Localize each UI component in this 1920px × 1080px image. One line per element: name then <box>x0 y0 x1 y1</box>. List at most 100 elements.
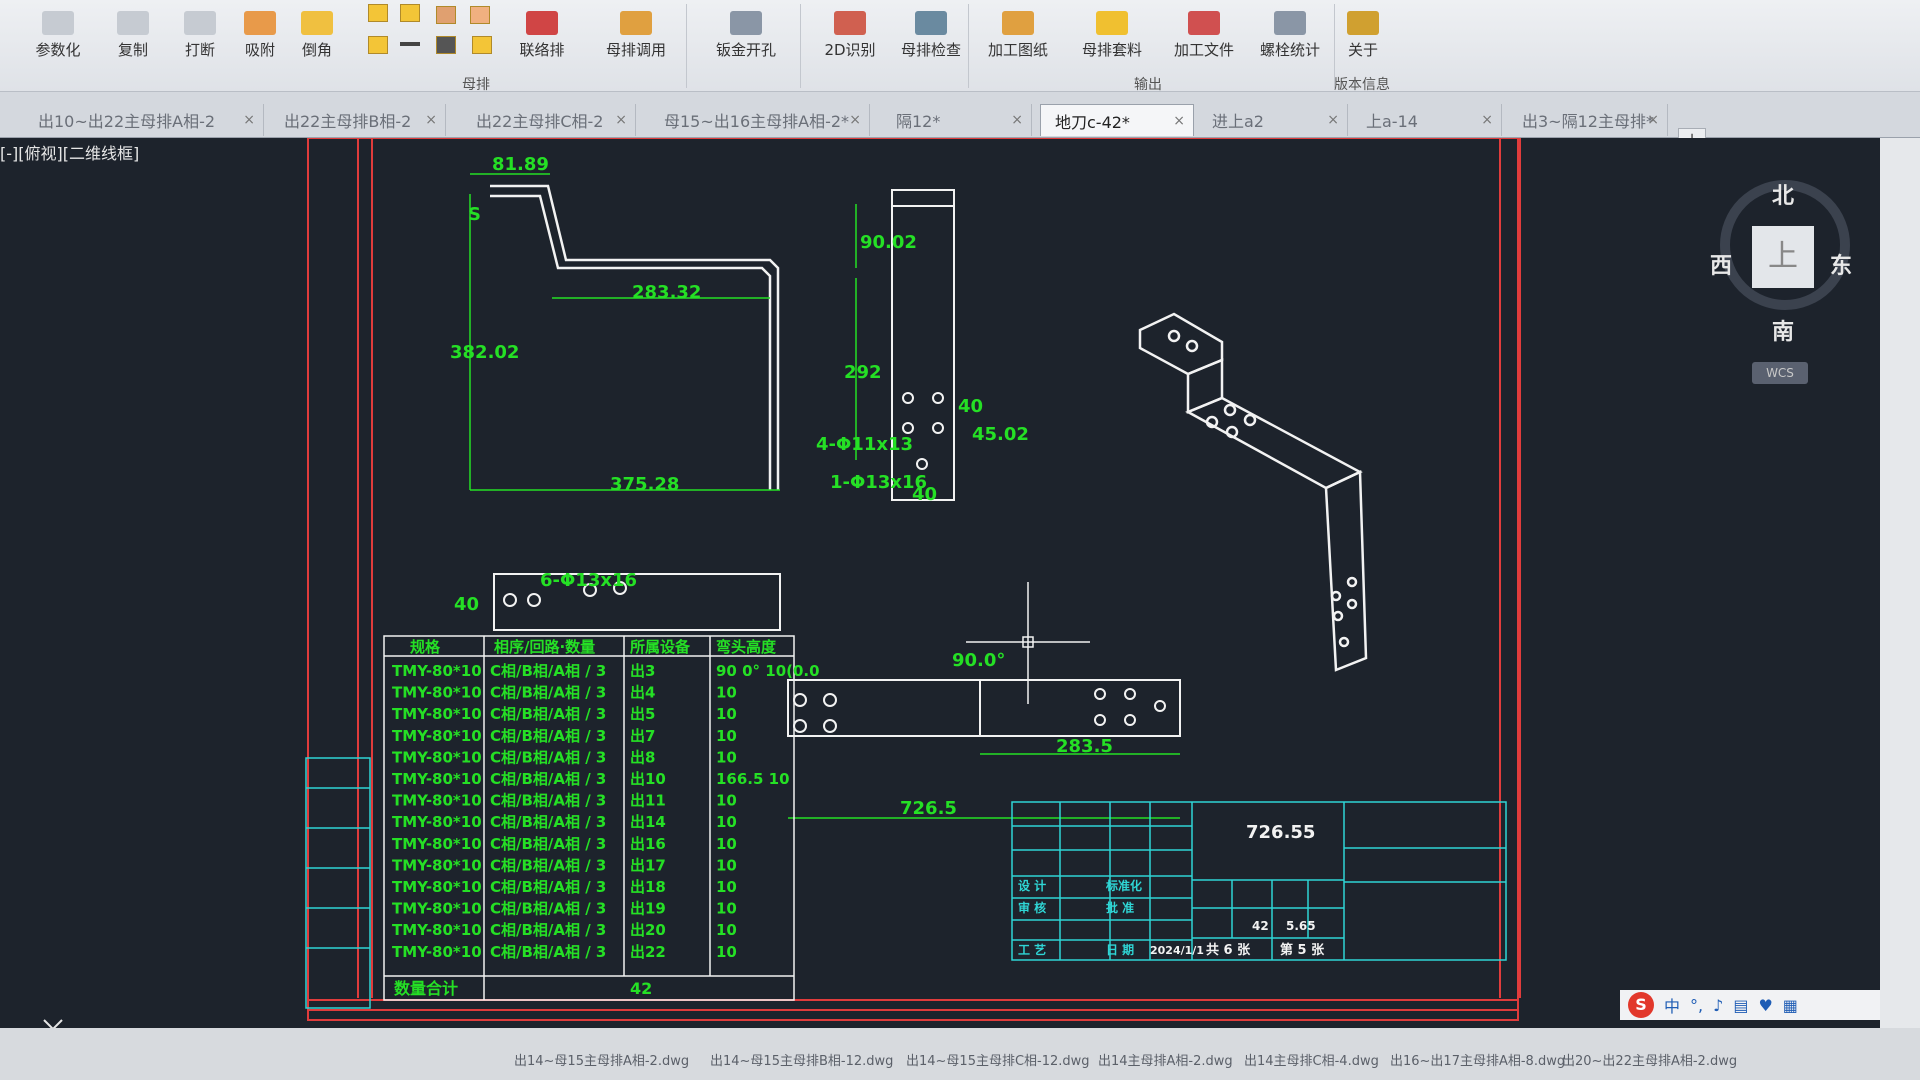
tool-icon-8[interactable] <box>472 36 492 54</box>
about-button[interactable]: 关于 <box>1338 0 1388 60</box>
file-item[interactable]: 出16~出17主母排A相-8.dwg <box>1390 1050 1565 1069</box>
parametric-button[interactable]: 参数化 <box>28 0 88 60</box>
viewcube-north[interactable]: 北 <box>1772 178 1794 210</box>
sogou-logo-icon[interactable]: S <box>1628 992 1654 1018</box>
ribbon: 参数化 复制 打断 吸附 倒角 联络排 母排调用 钣金开孔 2D识别 母排检查 … <box>0 0 1920 93</box>
ribbon-separator <box>968 4 969 88</box>
viewcube-south[interactable]: 南 <box>1772 314 1794 346</box>
tool-icon-1[interactable] <box>368 4 388 22</box>
busbar-flat-view <box>787 679 1181 737</box>
wcs-button[interactable]: WCS <box>1752 362 1808 384</box>
group-label-output: 输出 <box>1134 77 1162 93</box>
table-cell: C相/B相/A相 / 3 <box>490 792 606 810</box>
file-item[interactable]: 出14~母15主母排C相-12.dwg <box>906 1050 1090 1069</box>
dim-text: 382.02 <box>450 342 519 363</box>
table-cell: 出16 <box>630 835 666 853</box>
busbar-call-button[interactable]: 母排调用 <box>598 0 674 60</box>
title-label: 工 艺 <box>1018 942 1046 957</box>
skin-icon[interactable]: ♥ <box>1758 996 1772 1015</box>
viewcube-face[interactable]: 上 <box>1752 226 1814 288</box>
dim-text: 40 <box>454 594 479 615</box>
nesting-button[interactable]: 母排套料 <box>1074 0 1150 60</box>
file-item[interactable]: 出20~出22主母排A相-2.dwg <box>1562 1050 1737 1069</box>
tab-doc-9[interactable]: 出3~隔12主母排* × <box>1508 104 1668 136</box>
table-cell: TMY-80*10 <box>392 705 482 723</box>
sheet-hole-button[interactable]: 钣金开孔 <box>706 0 786 60</box>
bolt-stats-icon <box>1274 11 1306 35</box>
close-icon[interactable]: × <box>1173 113 1185 129</box>
table-total-row: 数量合计 42 <box>394 979 652 998</box>
busbar-check-icon <box>915 11 947 35</box>
tool-icon-6[interactable] <box>400 42 420 46</box>
title-date: 2024/1/1 <box>1150 944 1204 957</box>
process-file-icon <box>1188 11 1220 35</box>
table-cell: 90 0° 10(0.0 <box>716 662 820 680</box>
snap-icon <box>244 11 276 35</box>
close-icon[interactable]: × <box>615 112 627 128</box>
process-drawing-button[interactable]: 加工图纸 <box>980 0 1056 60</box>
vertical-scrollbar[interactable] <box>1880 138 1920 1028</box>
close-icon[interactable]: × <box>849 112 861 128</box>
link-busbar-button[interactable]: 联络排 <box>512 0 572 60</box>
tool-icon-2[interactable] <box>400 4 420 22</box>
viewcube-west[interactable]: 西 <box>1710 248 1732 280</box>
table-cell: TMY-80*10 <box>392 727 482 745</box>
tab-doc-5[interactable]: 隔12* × <box>882 104 1032 136</box>
file-item[interactable]: 出14~母15主母排A相-2.dwg <box>514 1050 689 1069</box>
close-icon[interactable]: × <box>1647 112 1659 128</box>
tool-icon-3[interactable] <box>436 6 456 24</box>
break-button[interactable]: 打断 <box>175 0 225 60</box>
dim-text: 375.28 <box>610 474 679 495</box>
punctuation-icon[interactable]: °, <box>1690 996 1703 1015</box>
busbar-check-button[interactable]: 母排检查 <box>896 0 966 60</box>
table-cell: 出14 <box>630 813 666 831</box>
table-cell: C相/B相/A相 / 3 <box>490 835 606 853</box>
table-cell: 10 <box>716 727 737 745</box>
toolbox-icon[interactable]: ▦ <box>1783 996 1798 1015</box>
close-icon[interactable]: × <box>1011 112 1023 128</box>
tab-doc-6[interactable]: 地刀c-42* × <box>1040 104 1194 136</box>
bolt-stats-button[interactable]: 螺栓统计 <box>1252 0 1328 60</box>
total-value: 42 <box>630 979 652 998</box>
table-cell: 出7 <box>630 727 655 745</box>
tab-doc-7[interactable]: 进上a2 × <box>1198 104 1348 136</box>
chamfer-button[interactable]: 倒角 <box>292 0 342 60</box>
table-header: 弯头高度 <box>716 638 777 656</box>
link-busbar-icon <box>526 11 558 35</box>
table-cell: 10 <box>716 943 737 961</box>
microphone-icon[interactable]: ♪ <box>1713 996 1723 1015</box>
ime-toolbar[interactable]: S 中 °, ♪ ▤ ♥ ▦ <box>1620 990 1880 1020</box>
copy-button[interactable]: 复制 <box>108 0 158 60</box>
keyboard-icon[interactable]: ▤ <box>1733 996 1748 1015</box>
tool-icon-4[interactable] <box>470 6 490 24</box>
tab-doc-2[interactable]: 出22主母排B相-2 × <box>270 104 446 136</box>
table-cell: 出3 <box>630 662 655 680</box>
tool-icon-7[interactable] <box>436 36 456 54</box>
process-drawing-icon <box>1002 11 1034 35</box>
drawing-canvas[interactable]: 81.89 S 90.02 283.32 382.02 292 375.28 4… <box>0 138 1880 1028</box>
title-label: 审 核 <box>1018 900 1046 915</box>
tab-doc-3[interactable]: 出22主母排C相-2 × <box>462 104 636 136</box>
table-cell: TMY-80*10 <box>392 684 482 702</box>
file-item[interactable]: 出14~母15主母排B相-12.dwg <box>710 1050 893 1069</box>
tab-doc-1[interactable]: 出10~出22主母排A相-2 × <box>24 104 264 136</box>
close-icon[interactable]: × <box>243 112 255 128</box>
close-icon[interactable]: × <box>425 112 437 128</box>
title-weight: 5.65 <box>1286 919 1316 933</box>
file-item[interactable]: 出14主母排A相-2.dwg <box>1098 1050 1233 1069</box>
close-icon[interactable]: × <box>1327 112 1339 128</box>
close-icon[interactable]: × <box>1481 112 1493 128</box>
ime-mode[interactable]: 中 <box>1664 993 1680 1017</box>
viewcube-east[interactable]: 东 <box>1830 248 1852 280</box>
tool-icon-5[interactable] <box>368 36 388 54</box>
file-item[interactable]: 出14主母排C相-4.dwg <box>1244 1050 1379 1069</box>
command-close-icon[interactable] <box>43 1019 63 1028</box>
tab-doc-4[interactable]: 母15~出16主母排A相-2* × <box>650 104 870 136</box>
cursor-crosshair-icon <box>966 582 1090 704</box>
tab-doc-8[interactable]: 上a-14 × <box>1352 104 1502 136</box>
recognize-2d-button[interactable]: 2D识别 <box>818 0 882 60</box>
table-cell: 出11 <box>630 792 666 810</box>
drawing-viewport[interactable]: [-][俯视][二维线框] 81.89 S 90.02 283.32 382.0… <box>0 138 1880 1028</box>
process-file-button[interactable]: 加工文件 <box>1166 0 1242 60</box>
snap-button[interactable]: 吸附 <box>235 0 285 60</box>
